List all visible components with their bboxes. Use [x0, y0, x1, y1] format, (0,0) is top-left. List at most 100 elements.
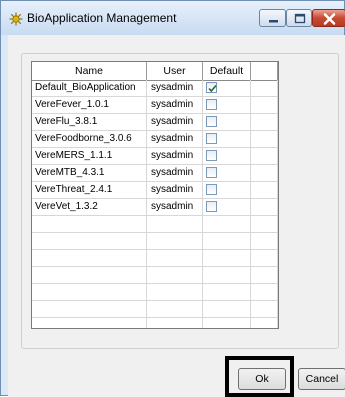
- cell-user: sysadmin: [147, 199, 203, 216]
- cell-default: [203, 233, 251, 250]
- cell-name: VereFever_1.0.1: [32, 97, 147, 114]
- cell-filler: [251, 114, 278, 131]
- cell-filler: [251, 284, 278, 301]
- cell-filler: [251, 199, 278, 216]
- cell-filler: [251, 131, 278, 148]
- cell-default: [203, 182, 251, 199]
- cell-user: [147, 301, 203, 318]
- bioapplication-management-window: BioApplication Management Name User Defa…: [0, 0, 345, 397]
- cell-filler: [251, 250, 278, 267]
- cell-user: [147, 267, 203, 284]
- cancel-button[interactable]: Cancel: [298, 368, 345, 390]
- table-row[interactable]: VereVet_1.3.2 sysadmin: [32, 199, 278, 216]
- table-row[interactable]: [32, 233, 278, 250]
- cell-name: [32, 216, 147, 233]
- cell-user: sysadmin: [147, 114, 203, 131]
- cell-user: sysadmin: [147, 97, 203, 114]
- default-checkbox[interactable]: [206, 150, 217, 161]
- default-checkbox[interactable]: [206, 133, 217, 144]
- table-row[interactable]: VereMTB_4.3.1 sysadmin: [32, 165, 278, 182]
- maximize-icon: [294, 13, 306, 24]
- cell-default: [203, 216, 251, 233]
- cell-name: [32, 301, 147, 318]
- cell-filler: [251, 165, 278, 182]
- column-header-user[interactable]: User: [147, 62, 203, 80]
- default-checkbox[interactable]: [206, 167, 217, 178]
- default-checkbox[interactable]: [206, 184, 217, 195]
- maximize-button[interactable]: [286, 9, 312, 27]
- cell-name: [32, 284, 147, 301]
- cell-name: VereMERS_1.1.1: [32, 148, 147, 165]
- cell-default: [203, 80, 251, 97]
- table-row[interactable]: VereMERS_1.1.1 sysadmin: [32, 148, 278, 165]
- checkmark-icon: [208, 84, 217, 93]
- cell-name: VereVet_1.3.2: [32, 199, 147, 216]
- cell-user: [147, 318, 203, 328]
- column-header-name[interactable]: Name: [32, 62, 147, 80]
- virus-icon: [8, 11, 24, 27]
- cell-filler: [251, 182, 278, 199]
- minimize-icon: [269, 20, 278, 23]
- table-row[interactable]: Default_BioApplication sysadmin: [32, 80, 278, 97]
- minimize-button[interactable]: [259, 9, 286, 27]
- default-checkbox[interactable]: [206, 99, 217, 110]
- cell-filler: [251, 216, 278, 233]
- column-header-default[interactable]: Default: [203, 62, 251, 80]
- cell-user: sysadmin: [147, 165, 203, 182]
- cell-filler: [251, 301, 278, 318]
- cell-default: [203, 318, 251, 328]
- cell-name: [32, 250, 147, 267]
- cell-filler: [251, 148, 278, 165]
- cell-default: [203, 267, 251, 284]
- dialog-body: Name User Default Default_BioApplication…: [8, 35, 345, 397]
- grid-header: Name User Default: [32, 62, 278, 81]
- cell-name: [32, 233, 147, 250]
- table-row[interactable]: VereFever_1.0.1 sysadmin: [32, 97, 278, 114]
- cell-default: [203, 165, 251, 182]
- cell-filler: [251, 80, 278, 97]
- table-row[interactable]: [32, 318, 278, 328]
- bioapplication-grid[interactable]: Name User Default Default_BioApplication…: [31, 61, 279, 329]
- title-bar[interactable]: BioApplication Management: [1, 1, 345, 35]
- cell-name: [32, 267, 147, 284]
- cell-name: VereMTB_4.3.1: [32, 165, 147, 182]
- cell-filler: [251, 318, 278, 328]
- cell-default: [203, 301, 251, 318]
- cell-user: sysadmin: [147, 148, 203, 165]
- table-row[interactable]: VereThreat_2.4.1 sysadmin: [32, 182, 278, 199]
- close-button[interactable]: [312, 9, 345, 27]
- cell-default: [203, 114, 251, 131]
- table-row[interactable]: [32, 216, 278, 233]
- cell-user: sysadmin: [147, 182, 203, 199]
- cell-name: VereThreat_2.4.1: [32, 182, 147, 199]
- cell-name: VereFoodborne_3.0.6: [32, 131, 147, 148]
- cell-default: [203, 97, 251, 114]
- table-row[interactable]: [32, 267, 278, 284]
- default-checkbox[interactable]: [206, 82, 217, 93]
- cell-user: [147, 233, 203, 250]
- cell-name: VereFlu_3.8.1: [32, 114, 147, 131]
- column-header-filler: [251, 62, 278, 80]
- cell-name: Default_BioApplication: [32, 80, 147, 97]
- table-row[interactable]: [32, 301, 278, 318]
- default-checkbox[interactable]: [206, 116, 217, 127]
- cell-default: [203, 250, 251, 267]
- close-icon: [323, 13, 336, 25]
- ok-button[interactable]: Ok: [238, 368, 286, 390]
- cell-filler: [251, 97, 278, 114]
- cell-user: sysadmin: [147, 80, 203, 97]
- cell-name: [32, 318, 147, 328]
- table-row[interactable]: [32, 284, 278, 301]
- table-row[interactable]: VereFlu_3.8.1 sysadmin: [32, 114, 278, 131]
- table-row[interactable]: [32, 250, 278, 267]
- cell-filler: [251, 267, 278, 284]
- table-row[interactable]: VereFoodborne_3.0.6 sysadmin: [32, 131, 278, 148]
- default-checkbox[interactable]: [206, 201, 217, 212]
- cell-user: [147, 250, 203, 267]
- cell-default: [203, 199, 251, 216]
- cell-user: [147, 216, 203, 233]
- cell-filler: [251, 233, 278, 250]
- window-title: BioApplication Management: [27, 11, 177, 25]
- cell-user: sysadmin: [147, 131, 203, 148]
- cell-default: [203, 284, 251, 301]
